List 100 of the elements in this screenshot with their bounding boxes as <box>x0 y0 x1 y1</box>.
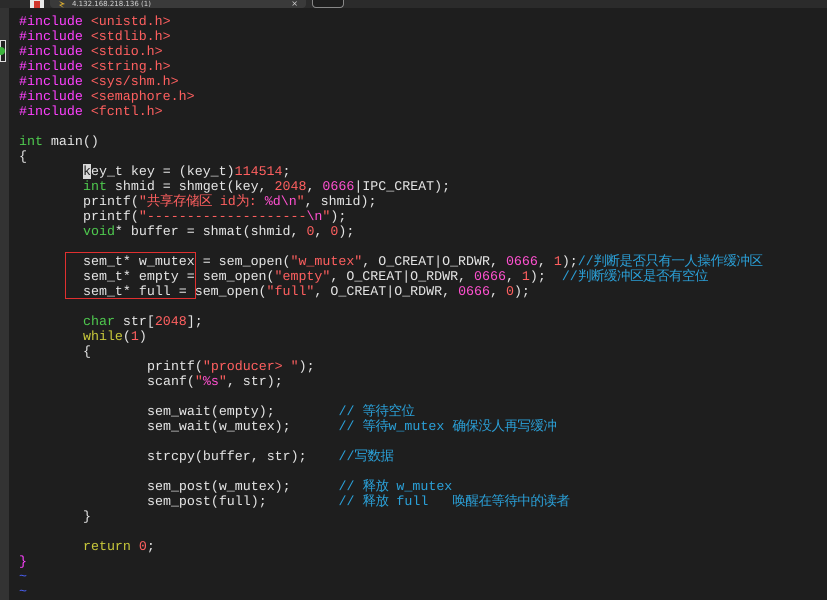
home-icon[interactable] <box>30 0 44 8</box>
code-token: "empty" <box>274 269 330 284</box>
code-token: sem_t* w_mutex = sem_open( <box>83 254 290 269</box>
empty-line-marker: ~ <box>19 569 27 584</box>
code-token: // 等待空位 <box>338 404 414 419</box>
code-token: strcpy(buffer, str); <box>147 449 308 464</box>
code-token: "-------------------- <box>138 209 306 224</box>
code-token: 1 <box>554 254 562 269</box>
code-token: \n <box>306 209 322 224</box>
code-token: // 释放 full 唤醒在等待中的读者 <box>338 494 570 509</box>
text-cursor: k <box>83 164 91 179</box>
code-token: int <box>83 179 107 194</box>
code-token: "共享存储区 id为: <box>138 194 258 209</box>
code-token: 1 <box>522 269 530 284</box>
code-token: ; <box>282 164 290 179</box>
code-token: sem_wait(empty); <box>147 404 276 419</box>
code-token: } <box>83 509 91 524</box>
lightning-icon <box>58 0 66 8</box>
code-token: %d\n <box>264 194 297 209</box>
code-token: <sys/shm.h> <box>90 74 179 89</box>
code-token: " <box>296 194 305 209</box>
code-token: 0666 <box>322 179 354 194</box>
code-token: |IPC_CREAT); <box>354 179 450 194</box>
code-token: 0 <box>138 539 147 554</box>
code-token: // 释放 w_mutex <box>338 479 452 494</box>
code-token: 1 <box>130 329 139 344</box>
code-token: char <box>83 314 115 329</box>
code-token: ); <box>562 254 578 269</box>
code-token: printf( <box>83 209 139 224</box>
code-token: 0666 <box>458 284 490 299</box>
code-token: void <box>83 224 115 239</box>
code-token: sem_post(w_mutex); <box>147 479 292 494</box>
code-token: ); <box>530 269 547 284</box>
code-token: main() <box>50 134 99 149</box>
code-token: , shmid); <box>304 194 376 209</box>
code-token: ey_t key = (key_t) <box>90 164 235 179</box>
code-token: , <box>490 284 499 299</box>
code-token: ]; <box>186 314 203 329</box>
code-token: ); <box>330 209 346 224</box>
code-token: while <box>83 329 123 344</box>
code-token: int <box>19 134 43 149</box>
code-token: , <box>538 254 547 269</box>
code-token: #include <box>19 14 83 29</box>
code-token: sem_wait(w_mutex); <box>147 419 292 434</box>
code-token: "producer> " <box>202 359 299 374</box>
code-token: * buffer = shmat(shmid, <box>114 224 300 239</box>
code-token: 2048 <box>274 179 306 194</box>
code-token: " <box>218 374 227 389</box>
code-token: <string.h> <box>90 59 171 74</box>
code-token: ) <box>138 329 147 344</box>
code-token: { <box>19 149 27 164</box>
code-token: 0666 <box>506 254 538 269</box>
code-token: , O_CREAT|O_RDWR, <box>314 284 452 299</box>
code-token: printf( <box>83 194 139 209</box>
close-tab-button[interactable]: × <box>291 0 298 8</box>
code-token: %s <box>202 374 219 389</box>
code-token: " <box>322 209 330 224</box>
code-token: , <box>306 179 316 194</box>
code-token: ; <box>146 539 155 554</box>
code-token: 0 <box>306 224 314 239</box>
code-token: ); <box>514 284 530 299</box>
code-token: sem_t* empty = sem_open( <box>83 269 275 284</box>
code-token: ); <box>338 224 354 239</box>
code-token: #include <box>19 29 83 44</box>
code-token: // 等待w_mutex 确保没人再写缓冲 <box>338 419 556 434</box>
code-token: <semaphore.h> <box>90 89 195 104</box>
code-token: "full" <box>266 284 314 299</box>
code-token: printf( <box>147 359 203 374</box>
code-token: //判断缓冲区是否有空位 <box>562 269 708 284</box>
code-token: #include <box>19 44 83 59</box>
code-token: 0 <box>330 224 338 239</box>
code-token: sem_post(full); <box>147 494 268 509</box>
code-token: //判断是否只有一人操作缓冲区 <box>578 254 763 269</box>
code-token: return <box>83 539 131 554</box>
code-token: , str); <box>226 374 283 389</box>
code-token: #include <box>19 74 83 89</box>
code-token: { <box>83 344 91 359</box>
code-token: 0 <box>506 284 514 299</box>
code-token: #include <box>19 104 83 119</box>
code-token: ); <box>298 359 315 374</box>
code-token: " <box>194 374 203 389</box>
code-token: sem_t* full = sem_open( <box>83 284 267 299</box>
code-token: //写数据 <box>338 449 394 464</box>
code-token: 114514 <box>234 164 283 179</box>
code-token: #include <box>19 89 83 104</box>
code-token: , O_CREAT|O_RDWR, <box>362 254 499 269</box>
code-token: "w_mutex" <box>290 254 362 269</box>
code-token: <unistd.h> <box>90 14 171 29</box>
status-icon <box>0 40 6 62</box>
empty-line-marker: ~ <box>19 584 27 599</box>
code-token: #include <box>19 59 83 74</box>
code-token: <stdlib.h> <box>90 29 171 44</box>
code-token: 0666 <box>474 269 506 284</box>
code-token: ( <box>122 329 131 344</box>
code-token: scanf( <box>147 374 195 389</box>
code-token: , O_CREAT|O_RDWR, <box>330 269 468 284</box>
code-token: str[ <box>122 314 155 329</box>
code-token: <stdio.h> <box>90 44 163 59</box>
code-token: } <box>19 554 27 569</box>
second-tab[interactable] <box>312 0 344 8</box>
